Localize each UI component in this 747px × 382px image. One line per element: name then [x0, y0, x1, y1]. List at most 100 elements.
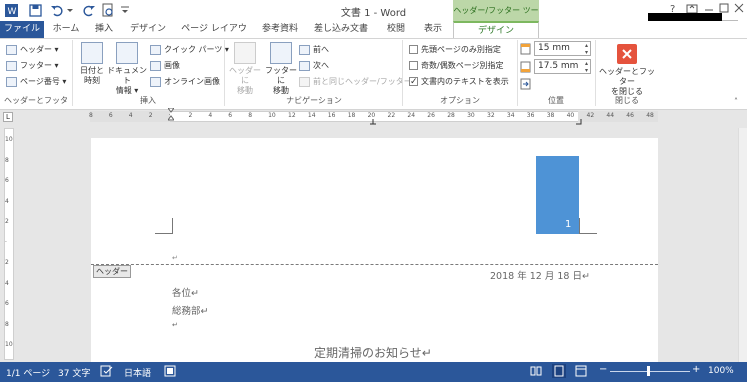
online-picture-icon: [150, 76, 161, 87]
tab-file[interactable]: ファイル: [0, 21, 44, 38]
ruler-tick-label: 6: [228, 112, 233, 119]
tab-home[interactable]: ホーム: [50, 21, 82, 38]
indent-marker-icon[interactable]: [167, 107, 175, 124]
tab-page-layout[interactable]: ページ レイアウト: [178, 21, 250, 51]
link-to-previous-button[interactable]: 前と同じヘッダー/フッター: [299, 75, 412, 89]
footer-icon: [6, 60, 17, 71]
picture-icon: [150, 60, 161, 71]
document-title[interactable]: 定期清掃のお知らせ↵: [314, 344, 432, 361]
spinner-arrows-icon[interactable]: ▴ ▾: [585, 60, 588, 74]
read-mode-icon[interactable]: [530, 365, 542, 377]
tab-review[interactable]: 校閲: [381, 21, 411, 38]
center-tab-stop-icon[interactable]: [370, 118, 376, 125]
document-line-sender[interactable]: 総務部↵: [172, 303, 208, 317]
window-title: 文書 1 - Word: [340, 8, 407, 19]
insert-alignment-tab-icon[interactable]: [520, 78, 532, 90]
zoom-level[interactable]: 100%: [708, 366, 734, 376]
header-icon: [6, 44, 17, 55]
zoom-out-button[interactable]: −: [599, 364, 607, 375]
language-indicator[interactable]: 日本語: [124, 366, 151, 379]
collapse-ribbon-icon[interactable]: ˄: [734, 97, 738, 106]
checkbox-unchecked: [409, 61, 418, 70]
next-button[interactable]: 次へ: [299, 59, 329, 73]
group-separator: [224, 40, 225, 106]
page-count[interactable]: 1/1 ページ: [6, 366, 50, 379]
close-icon: [617, 44, 637, 64]
header-position-input[interactable]: 15 mm ▴ ▾: [534, 41, 591, 56]
tab-header-footer-design[interactable]: デザイン: [453, 21, 539, 38]
group-label-insert: 挿入: [140, 96, 156, 105]
group-separator: [72, 40, 73, 106]
ruler-tick-label: 32: [487, 112, 495, 119]
spinner-arrows-icon[interactable]: ▴ ▾: [585, 42, 588, 56]
word-count[interactable]: 37 文字: [58, 366, 90, 379]
show-document-text-checkbox[interactable]: 文書内のテキストを表示: [409, 75, 509, 89]
zoom-in-button[interactable]: +: [692, 364, 700, 375]
page-number-shape[interactable]: [536, 156, 579, 234]
ruler-tick-label: 24: [407, 112, 416, 119]
ruler-tick-label: 6: [108, 112, 113, 119]
header-button[interactable]: ヘッダー ▾: [6, 43, 59, 57]
ruler-tick-label: 38: [546, 112, 555, 119]
ruler-tick-label: 12: [288, 112, 296, 119]
tab-references[interactable]: 参考資料: [258, 21, 302, 38]
page-number-button[interactable]: ページ番号 ▾: [6, 75, 66, 89]
ruler-tick-label: 46: [626, 112, 634, 119]
quick-parts-button[interactable]: クイック パーツ ▾: [150, 43, 229, 57]
tab-design[interactable]: デザイン: [128, 21, 168, 38]
document-line-recipient[interactable]: 各位↵: [172, 285, 199, 299]
ruler-tick-label: 4: [128, 112, 133, 119]
ruler-tick-label: 2: [148, 112, 153, 119]
previous-button[interactable]: 前へ: [299, 43, 329, 57]
tab-mailings[interactable]: 差し込み文書: [311, 21, 371, 38]
print-layout-icon[interactable]: [552, 364, 566, 378]
page-number-icon: [6, 76, 17, 87]
vertical-ruler-tick-label: 6: [5, 300, 9, 307]
tab-insert[interactable]: 挿入: [90, 21, 118, 38]
ruler-tick-label: 16: [327, 112, 336, 119]
picture-button[interactable]: 画像: [150, 59, 180, 73]
vertical-ruler-tick-label: 10: [5, 341, 13, 348]
web-layout-icon[interactable]: [575, 365, 587, 377]
ruler-tick-label: 8: [248, 112, 253, 119]
document-empty-line[interactable]: ↵: [172, 321, 178, 329]
ruler-tick-label: 14: [307, 112, 316, 119]
macro-record-icon[interactable]: [164, 365, 176, 377]
zoom-slider-thumb[interactable]: [647, 366, 650, 376]
group-label-close: 閉じる: [615, 96, 639, 105]
ruler-tick-label: 4: [208, 112, 213, 119]
date-time-button[interactable]: 日付と 時刻: [77, 42, 107, 86]
footer-position-input[interactable]: 17.5 mm ▴ ▾: [534, 59, 591, 74]
ruler-tick-label: 2: [188, 112, 193, 119]
odd-even-different-checkbox[interactable]: 奇数/偶数ページ別指定: [409, 59, 504, 73]
ruler-tick-label: 36: [526, 112, 535, 119]
document-date[interactable]: 2018 年 12 月 18 日↵: [490, 268, 590, 282]
tab-selector[interactable]: L: [3, 112, 13, 122]
goto-footer-button[interactable]: フッターに 移動: [263, 42, 299, 96]
tab-view[interactable]: 表示: [418, 21, 448, 38]
quick-parts-icon: [150, 44, 161, 55]
document-info-button[interactable]: ドキュメント 情報 ▾: [107, 42, 147, 96]
group-label-options: オプション: [440, 96, 480, 105]
vertical-ruler-tick-label: 2: [5, 259, 9, 266]
vertical-ruler-tick-label: 6: [5, 177, 9, 184]
close-header-footer-button[interactable]: ヘッダーとフッター を閉じる: [597, 44, 657, 97]
close-window-button[interactable]: [733, 2, 745, 17]
proofing-icon[interactable]: [100, 365, 114, 377]
checkbox-checked: [409, 75, 418, 89]
online-picture-button[interactable]: オンライン画像: [150, 75, 220, 89]
group-label-navigation: ナビゲーション: [286, 96, 342, 105]
checkbox-unchecked: [409, 45, 418, 54]
vertical-scrollbar[interactable]: [738, 128, 747, 362]
ruler-tick-label: 26: [427, 112, 435, 119]
ruler-tick-label: 22: [387, 112, 396, 119]
calendar-icon: [81, 42, 103, 64]
ruler-tick-label: 8: [89, 112, 93, 119]
zoom-slider[interactable]: [610, 371, 690, 372]
vertical-ruler-tick-label: 8: [5, 320, 9, 328]
right-tab-stop-icon[interactable]: [576, 118, 582, 125]
goto-header-button[interactable]: ヘッダーに 移動: [227, 42, 263, 96]
crop-mark: [579, 218, 597, 234]
first-page-different-checkbox[interactable]: 先頭ページのみ別指定: [409, 43, 501, 57]
footer-button[interactable]: フッター ▾: [6, 59, 59, 73]
